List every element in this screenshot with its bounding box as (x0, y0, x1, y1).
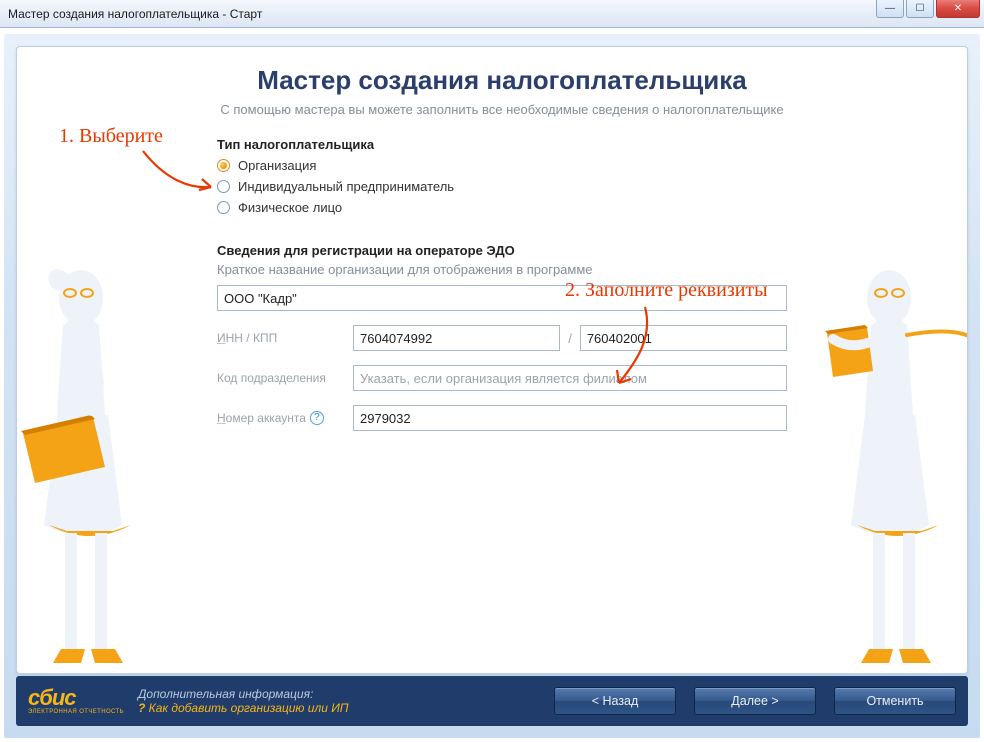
inn-kpp-label: ИНН / КПП (217, 331, 353, 345)
window-titlebar: Мастер создания налогоплательщика - Стар… (0, 0, 984, 28)
extra-info: Дополнительная информация: Как добавить … (138, 687, 349, 715)
inn-input[interactable] (353, 325, 560, 351)
wizard-footer: сбис ЭЛЕКТРОННАЯ ОТЧЕТНОСТЬ Дополнительн… (16, 676, 968, 726)
sbis-logo: сбис ЭЛЕКТРОННАЯ ОТЧЕТНОСТЬ (28, 688, 124, 715)
minimize-button[interactable]: — (876, 0, 904, 18)
back-button[interactable]: < Назад (554, 687, 676, 715)
account-number-input[interactable] (353, 405, 787, 431)
department-code-label: Код подразделения (217, 371, 353, 385)
close-button[interactable]: ✕ (936, 0, 980, 18)
taxpayer-type-radios: Организация Индивидуальный предпринимате… (217, 158, 787, 215)
org-name-hint: Краткое название организации для отображ… (217, 262, 787, 277)
inn-kpp-separator: / (560, 331, 580, 346)
radio-icon (217, 159, 230, 172)
maximize-button[interactable]: ☐ (906, 0, 934, 18)
radio-icon (217, 180, 230, 193)
cancel-button[interactable]: Отменить (834, 687, 956, 715)
radio-label: Физическое лицо (238, 200, 342, 215)
extra-info-title: Дополнительная информация: (138, 687, 349, 701)
annotation-step1: 1. Выберите (59, 125, 163, 148)
account-number-label: Номер аккаунта? (217, 411, 353, 426)
extra-info-link[interactable]: Как добавить организацию или ИП (138, 701, 349, 715)
wizard-title: Мастер создания налогоплательщика (217, 65, 787, 96)
radio-individual-entrepreneur[interactable]: Индивидуальный предприниматель (217, 179, 787, 194)
radio-label: Индивидуальный предприниматель (238, 179, 454, 194)
radio-icon (217, 201, 230, 214)
next-button[interactable]: Далее > (694, 687, 816, 715)
radio-physical-person[interactable]: Физическое лицо (217, 200, 787, 215)
wizard-panel: Мастер создания налогоплательщика С помо… (16, 46, 968, 674)
annotation-step2: 2. Заполните реквизиты (565, 279, 768, 302)
department-code-input[interactable] (353, 365, 787, 391)
radio-organization[interactable]: Организация (217, 158, 787, 173)
radio-label: Организация (238, 158, 316, 173)
registration-section-label: Сведения для регистрации на операторе ЭД… (217, 243, 787, 258)
taxpayer-type-label: Тип налогоплательщика (217, 137, 787, 152)
wizard-subtitle: С помощью мастера вы можете заполнить вс… (217, 102, 787, 117)
help-icon[interactable]: ? (310, 411, 324, 425)
kpp-input[interactable] (580, 325, 787, 351)
window-title: Мастер создания налогоплательщика - Стар… (8, 7, 262, 21)
